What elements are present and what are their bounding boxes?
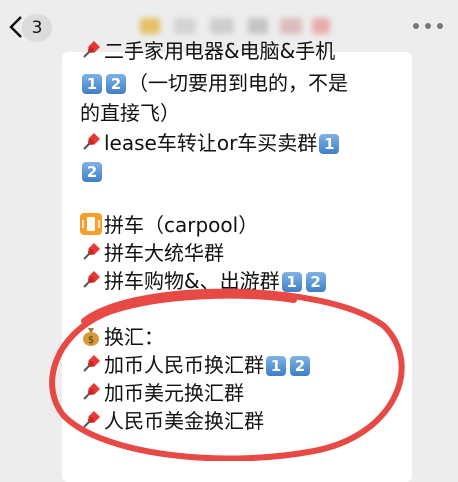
message-line: 拼车购物&、出游群 1 2 bbox=[80, 268, 328, 295]
keycap-2-icon: 2 bbox=[106, 74, 126, 94]
line-text: 换汇： bbox=[104, 325, 164, 349]
pushpin-icon bbox=[83, 411, 100, 428]
unread-count-badge[interactable]: 3 bbox=[22, 14, 52, 42]
line-text: 的直接飞） bbox=[80, 101, 180, 125]
message-line: 拼车（carpool） bbox=[80, 212, 258, 239]
message-line: 拼车大统华群 bbox=[80, 240, 224, 267]
message-line: 加币美元换汇群 bbox=[80, 380, 244, 407]
message-line: $ 换汇： bbox=[80, 324, 164, 351]
message-line: 1 2 （一切要用到电的，不是 bbox=[80, 70, 348, 97]
line-text: lease车转让or车买卖群 bbox=[104, 131, 318, 155]
money-bag-icon: $ bbox=[83, 328, 99, 346]
line-text: 拼车购物&、出游群 bbox=[104, 269, 280, 293]
keycap-2-icon: 2 bbox=[305, 272, 326, 292]
keycap-1-icon: 1 bbox=[281, 272, 302, 292]
pushpin-icon bbox=[83, 383, 100, 400]
vibration-mode-icon bbox=[80, 213, 102, 235]
line-text: 二手家用电器&电脑&手机 bbox=[104, 39, 336, 63]
keycap-1-icon: 1 bbox=[266, 356, 286, 376]
more-dots-icon[interactable] bbox=[408, 16, 448, 36]
pushpin-icon bbox=[83, 355, 100, 372]
message-line: 的直接飞） bbox=[80, 100, 180, 127]
message-line: 2 bbox=[80, 158, 104, 185]
chat-title-blurred bbox=[140, 12, 340, 40]
line-text: 拼车（carpool） bbox=[104, 213, 259, 237]
keycap-1-icon: 1 bbox=[319, 134, 340, 154]
pushpin-icon bbox=[83, 133, 100, 150]
pushpin-icon bbox=[83, 243, 100, 260]
message-line: 二手家用电器&电脑&手机 bbox=[80, 38, 335, 65]
svg-text:$: $ bbox=[88, 335, 94, 346]
message-line: lease车转让or车买卖群 1 bbox=[80, 130, 341, 157]
keycap-2-icon: 2 bbox=[82, 162, 102, 182]
line-text: 人民币美金换汇群 bbox=[104, 409, 264, 433]
message-line: 加币人民币换汇群 1 2 bbox=[80, 352, 312, 379]
keycap-2-icon: 2 bbox=[290, 356, 310, 376]
line-text: （一切要用到电的，不是 bbox=[128, 71, 348, 95]
pushpin-icon bbox=[83, 41, 100, 58]
line-text: 拼车大统华群 bbox=[104, 241, 224, 265]
line-text: 加币人民币换汇群 bbox=[104, 353, 264, 377]
line-text: 加币美元换汇群 bbox=[104, 381, 244, 405]
keycap-1-icon: 1 bbox=[82, 74, 102, 94]
message-line: 人民币美金换汇群 bbox=[80, 408, 264, 435]
pushpin-icon bbox=[83, 271, 100, 288]
